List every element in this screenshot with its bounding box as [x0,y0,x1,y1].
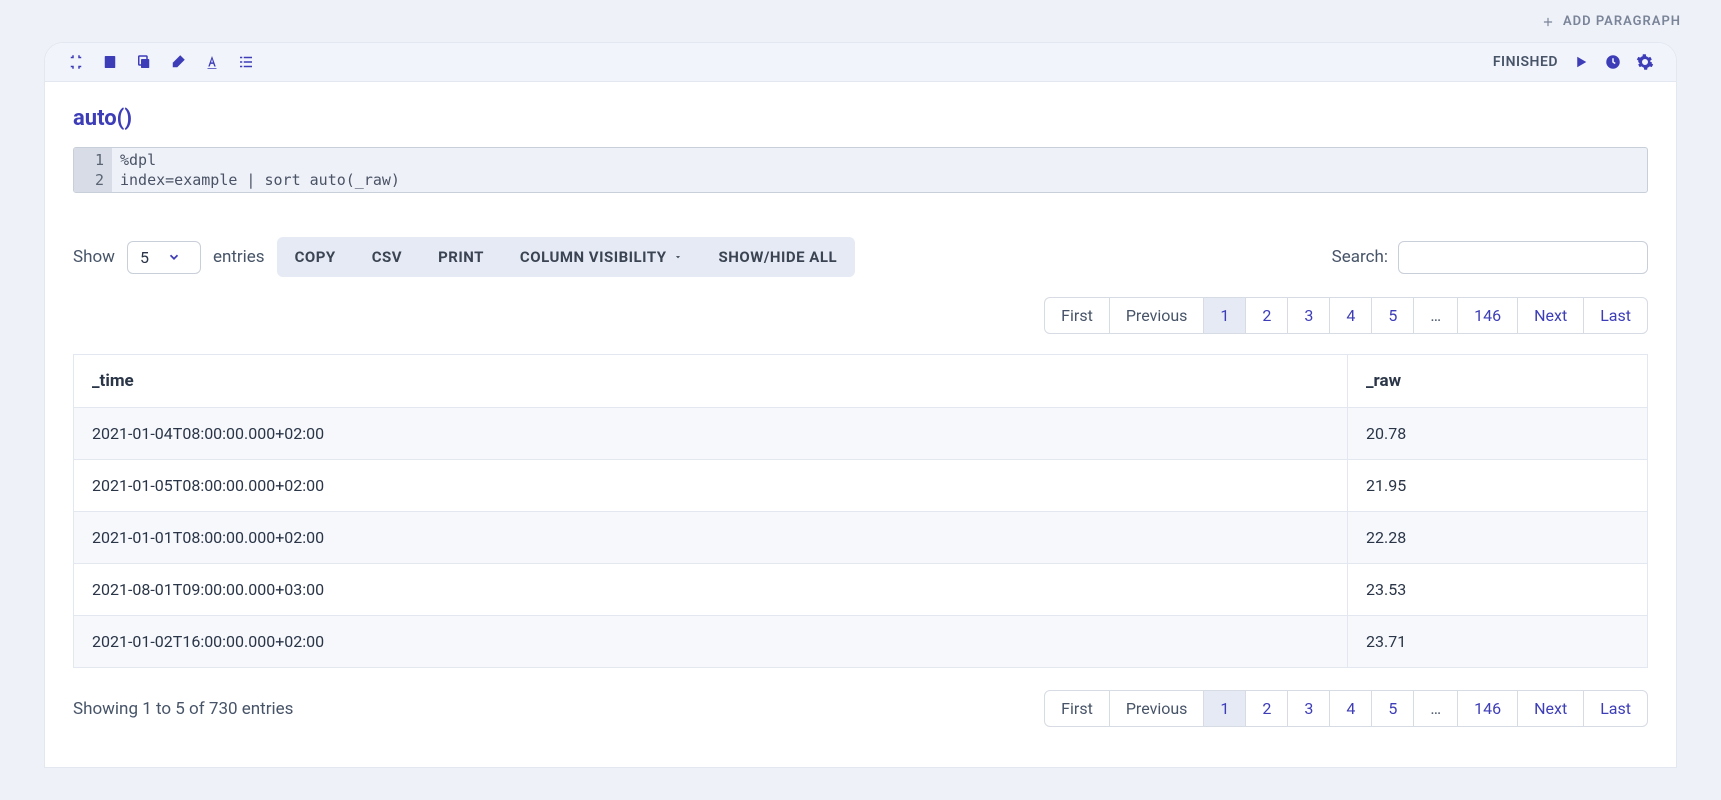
page-first[interactable]: First [1044,297,1110,334]
card-toolbar: FINISHED [45,43,1676,82]
book-icon[interactable] [101,53,119,71]
table-row: 2021-08-01T09:00:00.000+03:00 23.53 [74,564,1648,616]
copy-button[interactable]: COPY [277,237,354,277]
erase-icon[interactable] [169,53,187,71]
clock-icon[interactable] [1604,53,1622,71]
cell-time: 2021-08-01T09:00:00.000+03:00 [74,564,1348,616]
cell-raw: 21.95 [1348,460,1648,512]
table-row: 2021-01-02T16:00:00.000+02:00 23.71 [74,616,1648,668]
page-2[interactable]: 2 [1245,690,1288,727]
page-1[interactable]: 1 [1203,690,1246,727]
page-next[interactable]: Next [1517,690,1584,727]
copy-icon[interactable] [135,53,153,71]
play-icon[interactable] [1572,53,1590,71]
page-2[interactable]: 2 [1245,297,1288,334]
show-label: Show [73,247,115,267]
page-size-value: 5 [140,248,149,267]
cell-raw: 20.78 [1348,408,1648,460]
cell-time: 2021-01-05T08:00:00.000+02:00 [74,460,1348,512]
page-5[interactable]: 5 [1371,297,1414,334]
entries-label: entries [213,247,265,267]
code-editor[interactable]: 12 %dpl index=example | sort auto(_raw) [73,147,1648,193]
list-icon[interactable] [237,53,255,71]
page-next[interactable]: Next [1517,297,1584,334]
cell-raw: 23.53 [1348,564,1648,616]
font-icon[interactable] [203,53,221,71]
caret-down-icon [673,252,683,262]
paragraph-card: FINISHED auto() 12 %dpl index=example | … [45,43,1676,767]
page-size-select[interactable]: 5 [127,241,201,274]
page-previous[interactable]: Previous [1109,297,1205,334]
plus-icon [1541,15,1555,29]
cell-raw: 23.71 [1348,616,1648,668]
cell-time: 2021-01-01T08:00:00.000+02:00 [74,512,1348,564]
page-3[interactable]: 3 [1287,297,1330,334]
column-visibility-button[interactable]: COLUMN VISIBILITY [502,237,701,277]
page-146[interactable]: 146 [1457,297,1518,334]
page-5[interactable]: 5 [1371,690,1414,727]
table-row: 2021-01-04T08:00:00.000+02:00 20.78 [74,408,1648,460]
pagination-top: First Previous 1 2 3 4 5 … 146 Next Last [1044,297,1648,334]
status-text: FINISHED [1493,54,1558,70]
page-3[interactable]: 3 [1287,690,1330,727]
add-paragraph-button[interactable]: ADD PARAGRAPH [1541,14,1681,29]
page-last[interactable]: Last [1583,690,1648,727]
page-1[interactable]: 1 [1203,297,1246,334]
col-raw[interactable]: _raw [1348,355,1648,408]
page-first[interactable]: First [1044,690,1110,727]
search-input[interactable] [1398,241,1648,274]
column-visibility-label: COLUMN VISIBILITY [520,248,667,266]
code-lines: %dpl index=example | sort auto(_raw) [112,148,1647,192]
gear-icon[interactable] [1636,53,1654,71]
collapse-icon[interactable] [67,53,85,71]
page-last[interactable]: Last [1583,297,1648,334]
page-4[interactable]: 4 [1329,690,1372,727]
export-button-group: COPY CSV PRINT COLUMN VISIBILITY SHOW/HI… [277,237,856,277]
table-row: 2021-01-01T08:00:00.000+02:00 22.28 [74,512,1648,564]
add-paragraph-label: ADD PARAGRAPH [1563,14,1681,29]
search-label: Search: [1332,247,1388,267]
print-button[interactable]: PRINT [420,237,502,277]
page-ellipsis: … [1413,690,1458,727]
col-time[interactable]: _time [74,355,1348,408]
table-info: Showing 1 to 5 of 730 entries [73,699,293,719]
page-previous[interactable]: Previous [1109,690,1205,727]
code-gutter: 12 [74,148,112,192]
show-hide-all-button[interactable]: SHOW/HIDE ALL [701,237,856,277]
table-row: 2021-01-05T08:00:00.000+02:00 21.95 [74,460,1648,512]
page-ellipsis: … [1413,297,1458,334]
results-table: _time _raw 2021-01-04T08:00:00.000+02:00… [73,354,1648,668]
cell-time: 2021-01-04T08:00:00.000+02:00 [74,408,1348,460]
cell-raw: 22.28 [1348,512,1648,564]
cell-time: 2021-01-02T16:00:00.000+02:00 [74,616,1348,668]
paragraph-title: auto() [73,106,1648,131]
csv-button[interactable]: CSV [354,237,420,277]
page-146[interactable]: 146 [1457,690,1518,727]
chevron-down-icon [167,250,181,264]
page-4[interactable]: 4 [1329,297,1372,334]
pagination-bottom: First Previous 1 2 3 4 5 … 146 Next Last [1044,690,1648,727]
